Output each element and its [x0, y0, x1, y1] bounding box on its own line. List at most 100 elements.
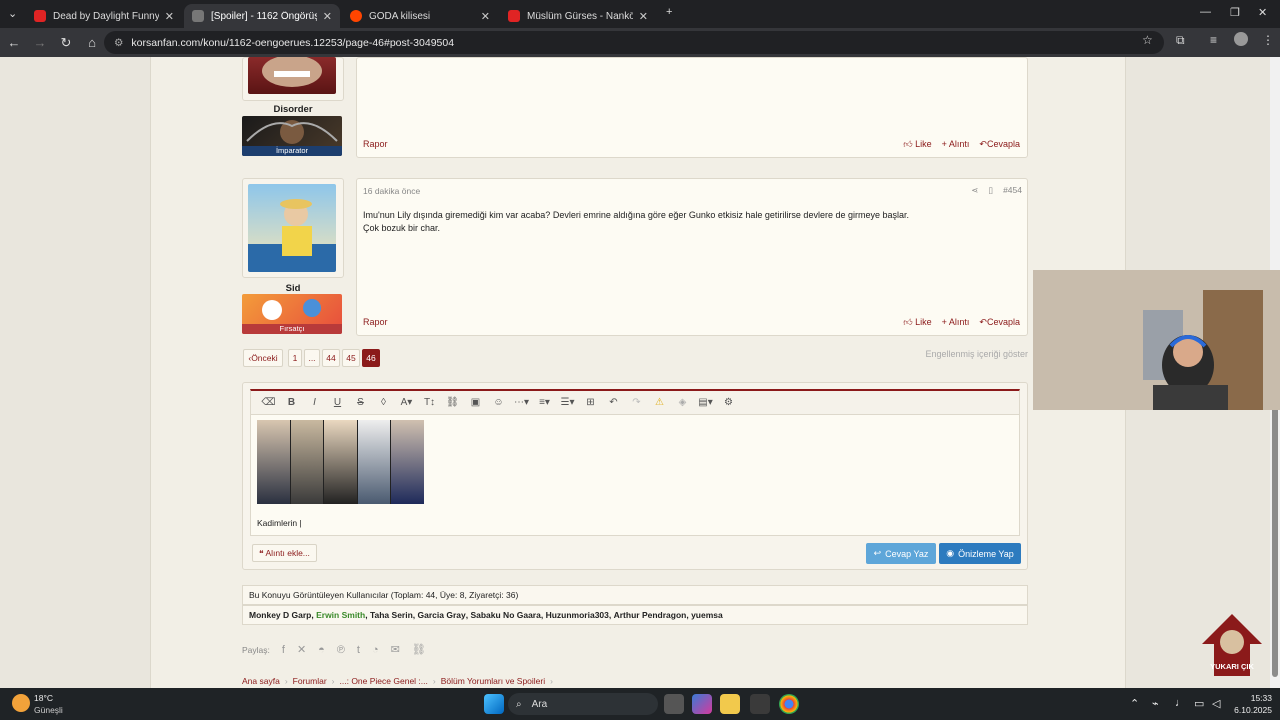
- post-number[interactable]: #454: [1003, 185, 1022, 196]
- strikethrough-icon[interactable]: S: [349, 397, 372, 408]
- prev-page-button[interactable]: ‹ Önceki: [243, 349, 283, 367]
- breadcrumb-item[interactable]: Bölüm Yorumları ve Spoileri: [441, 676, 545, 686]
- quote-button[interactable]: + Alıntı: [942, 317, 970, 328]
- show-ignored-link[interactable]: Engellenmiş içeriği göster: [925, 349, 1028, 359]
- new-tab-icon[interactable]: +: [666, 6, 672, 18]
- display-icon[interactable]: ▭: [1194, 697, 1204, 710]
- task-view-icon[interactable]: [664, 694, 684, 714]
- current-page[interactable]: 46: [362, 349, 380, 367]
- forward-icon[interactable]: →: [28, 35, 52, 50]
- align-icon[interactable]: ≡▾: [533, 397, 556, 408]
- tab-0[interactable]: Dead by Daylight Funny Rando... ✕: [26, 4, 182, 28]
- clock-date[interactable]: 6.10.2025: [1222, 705, 1272, 715]
- inserted-image[interactable]: [257, 420, 424, 504]
- close-icon[interactable]: ✕: [323, 10, 332, 23]
- username[interactable]: Disorder: [242, 104, 344, 115]
- link-share-icon[interactable]: ⛓: [412, 643, 426, 656]
- viewer-user[interactable]: Arthur Pendragon: [614, 610, 687, 620]
- taskbar-search[interactable]: ⌕ Ara: [508, 693, 658, 715]
- back-icon[interactable]: ←: [2, 35, 26, 50]
- share-icon[interactable]: ⋖: [971, 185, 978, 196]
- breadcrumb-item[interactable]: Ana sayfa: [242, 676, 280, 686]
- table-icon[interactable]: ⊞: [579, 397, 602, 408]
- steam-icon[interactable]: [750, 694, 770, 714]
- weather-desc[interactable]: Güneşli: [34, 705, 63, 715]
- reddit-share-icon[interactable]: ◓: [318, 644, 325, 656]
- close-icon[interactable]: ✕: [165, 10, 174, 23]
- reply-button[interactable]: ↶Cevapla: [979, 139, 1020, 150]
- report-link[interactable]: Rapor: [363, 317, 388, 327]
- insert-quote-button[interactable]: ❝ Alıntı ekle...: [252, 544, 317, 562]
- tab-2[interactable]: GODA kilisesi ✕: [342, 4, 498, 28]
- bookmark-star-icon[interactable]: ☆: [1142, 33, 1153, 47]
- italic-icon[interactable]: I: [303, 397, 326, 408]
- restore-icon[interactable]: ❐: [1230, 6, 1240, 19]
- mic-icon[interactable]: ♩: [1175, 697, 1186, 709]
- tag-icon[interactable]: ◈: [671, 397, 694, 408]
- font-family-icon[interactable]: A▾: [395, 397, 418, 408]
- username[interactable]: Sid: [242, 283, 344, 294]
- viewer-user[interactable]: Monkey D Garp: [249, 610, 311, 620]
- volume-icon[interactable]: ◁: [1212, 697, 1220, 710]
- email-icon[interactable]: ✉: [391, 643, 400, 656]
- copilot-icon[interactable]: [692, 694, 712, 714]
- settings-gear-icon[interactable]: ⚙: [717, 397, 740, 408]
- extensions-icon[interactable]: ⧉: [1176, 33, 1185, 48]
- weather-temp[interactable]: 18°C: [34, 693, 53, 703]
- pinterest-icon[interactable]: ℗: [337, 644, 345, 656]
- viewer-user[interactable]: yuemsa: [691, 610, 723, 620]
- tumblr-icon[interactable]: t: [357, 644, 360, 656]
- close-icon[interactable]: ✕: [481, 10, 490, 23]
- tab-1[interactable]: [Spoiler] - 1162 Öngörüş | Sayfa... ✕: [184, 4, 340, 28]
- page-link[interactable]: 45: [342, 349, 360, 367]
- tab-search-icon[interactable]: ⌄: [8, 7, 17, 20]
- close-icon[interactable]: ✕: [639, 10, 648, 23]
- avatar[interactable]: [248, 184, 336, 272]
- eraser-icon[interactable]: ⌫: [257, 397, 280, 408]
- viewer-user[interactable]: Garcia Gray: [418, 610, 466, 620]
- smiley-icon[interactable]: ☺: [487, 397, 510, 408]
- profile-avatar[interactable]: [1234, 32, 1248, 46]
- list-icon[interactable]: ☰▾: [556, 397, 579, 408]
- viewer-user[interactable]: Sabaku No Gaara: [470, 610, 540, 620]
- font-size-icon[interactable]: T↕: [418, 397, 441, 408]
- like-button[interactable]: 👍︎ Like: [903, 317, 931, 328]
- scrollbar-thumb[interactable]: [1272, 407, 1278, 677]
- page-link[interactable]: 44: [322, 349, 340, 367]
- facebook-icon[interactable]: f: [282, 644, 285, 656]
- undo-icon[interactable]: ↶: [602, 397, 625, 408]
- breadcrumb-item[interactable]: Forumlar: [293, 676, 327, 686]
- redo-icon[interactable]: ↷: [625, 397, 648, 408]
- page-link[interactable]: 1: [288, 349, 302, 367]
- more-icon[interactable]: ⋯▾: [510, 397, 533, 408]
- reply-button[interactable]: ↶Cevapla: [979, 317, 1020, 328]
- media-icon[interactable]: ≡: [1210, 33, 1217, 47]
- spoiler-warning-icon[interactable]: ⚠: [648, 397, 671, 408]
- tray-chevron-icon[interactable]: ⌃: [1130, 697, 1139, 710]
- whatsapp-icon[interactable]: ◔: [372, 644, 379, 656]
- report-link[interactable]: Rapor: [363, 139, 388, 149]
- start-icon[interactable]: [484, 694, 504, 714]
- weather-icon[interactable]: [12, 694, 30, 712]
- scroll-top-button[interactable]: YUKARI ÇIK: [1200, 612, 1264, 678]
- tab-3[interactable]: Müslüm Gürses - Nankör O... ✕: [500, 4, 656, 28]
- close-window-icon[interactable]: ✕: [1258, 6, 1267, 19]
- preview-button[interactable]: ◉ Önizleme Yap: [939, 543, 1021, 564]
- drafts-icon[interactable]: ▤▾: [694, 397, 717, 408]
- like-button[interactable]: 👍︎ Like: [903, 139, 931, 150]
- post-reply-button[interactable]: ↩ Cevap Yaz: [866, 543, 936, 564]
- menu-icon[interactable]: ⋮: [1262, 33, 1274, 47]
- quote-button[interactable]: + Alıntı: [942, 139, 970, 150]
- twitter-icon[interactable]: ✕: [297, 643, 306, 656]
- reload-icon[interactable]: ↻: [54, 35, 78, 51]
- home-icon[interactable]: ⌂: [80, 35, 104, 50]
- avatar[interactable]: [248, 57, 336, 94]
- page-ellipsis[interactable]: ...: [304, 349, 320, 367]
- chrome-icon[interactable]: [779, 694, 799, 714]
- underline-icon[interactable]: U: [326, 397, 349, 408]
- bold-icon[interactable]: B: [280, 397, 303, 408]
- breadcrumb-item[interactable]: ...: One Piece Genel :...: [340, 676, 428, 686]
- bookmark-icon[interactable]: ▯: [988, 185, 993, 196]
- link-icon[interactable]: ⛓: [441, 397, 464, 408]
- post-time[interactable]: 16 dakika önce: [363, 186, 420, 196]
